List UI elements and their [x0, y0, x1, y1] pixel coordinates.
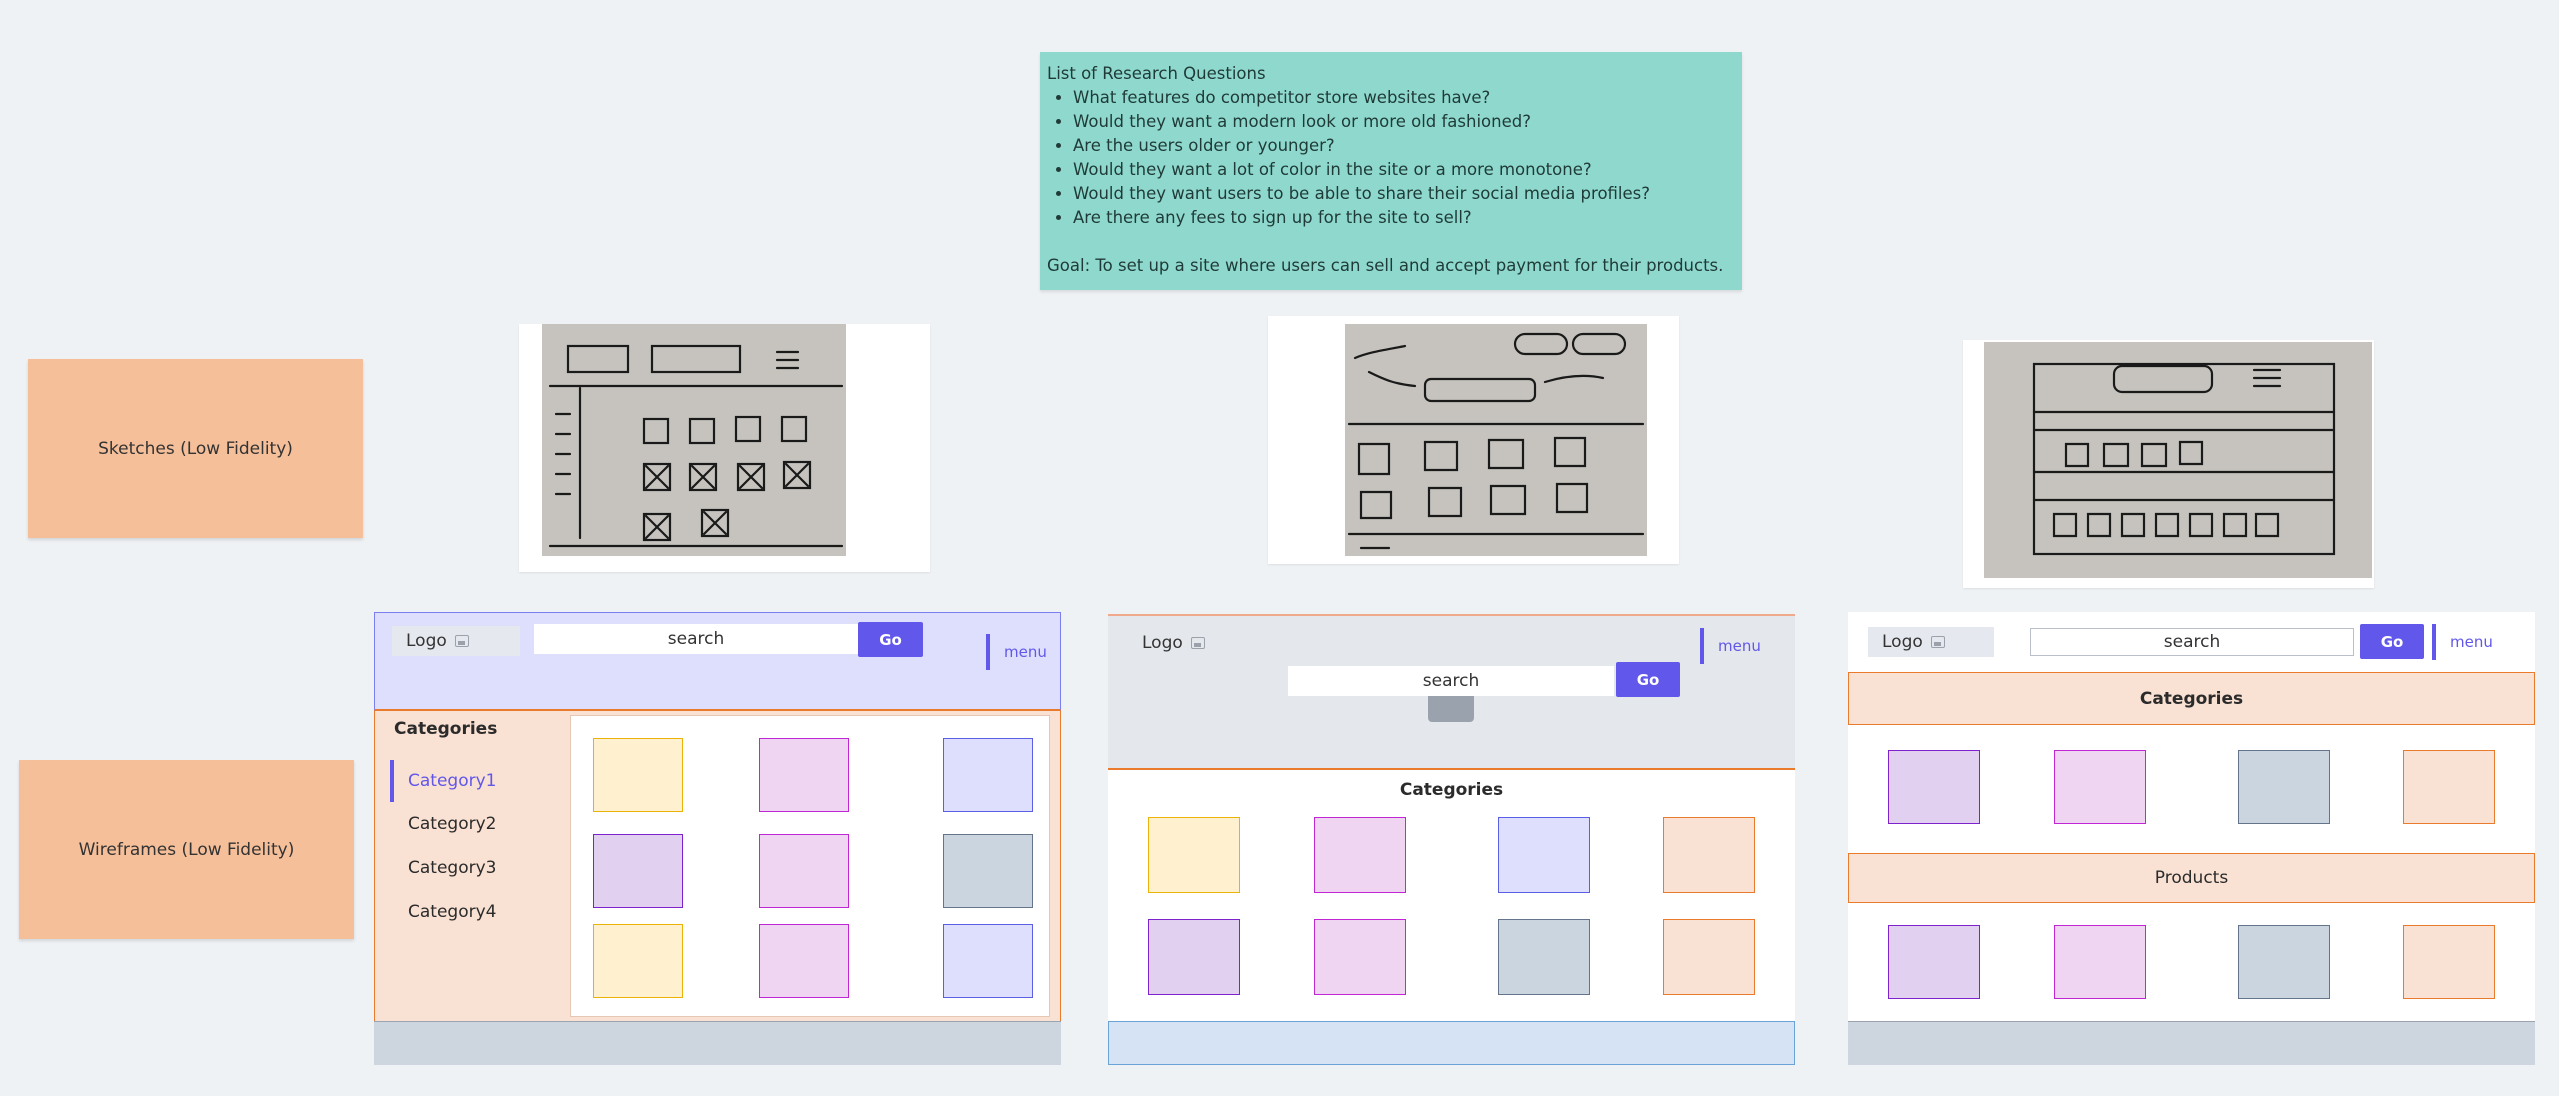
wf1-product-panel	[570, 715, 1050, 1017]
wf1-product-tile[interactable]	[943, 924, 1033, 998]
wf1-category-label: Category2	[408, 814, 497, 834]
wf3-search-text: search	[2163, 632, 2221, 652]
wf3-category-tile[interactable]	[2054, 750, 2146, 824]
wf3-logo[interactable]: Logo	[1868, 627, 1994, 657]
wf2-category-tile[interactable]	[1663, 817, 1755, 893]
sketch-photo-3	[1984, 342, 2372, 578]
image-icon	[1930, 636, 1945, 648]
wf1-category-item-4[interactable]: Category4	[408, 902, 496, 922]
wf1-footer	[374, 1021, 1061, 1065]
wf1-product-tile[interactable]	[593, 738, 683, 812]
sketches-label-note[interactable]: Sketches (Low Fidelity)	[28, 359, 363, 538]
wf2-category-tile[interactable]	[1148, 817, 1240, 893]
research-question: What features do competitor store websit…	[1073, 86, 1735, 110]
wf1-category-label: Category3	[408, 858, 497, 878]
wf1-product-tile[interactable]	[593, 834, 683, 908]
wf1-category-label: Category4	[408, 902, 497, 922]
sketch-image-2[interactable]	[1268, 316, 1679, 564]
wf1-category-item-2[interactable]: Category2	[408, 814, 496, 834]
wf3-category-tile[interactable]	[1888, 750, 1980, 824]
wf2-logo[interactable]: Logo	[1128, 628, 1228, 658]
wf2-category-tile[interactable]	[1148, 919, 1240, 995]
wf1-menu-label: menu	[1004, 643, 1047, 661]
wf1-category-label: Category1	[408, 771, 497, 791]
wf3-category-tile[interactable]	[2403, 750, 2495, 824]
wf3-go-label: Go	[2380, 632, 2404, 651]
wf2-search-input[interactable]: search	[1288, 666, 1614, 696]
wf3-categories-title: Categories	[2139, 688, 2244, 709]
sketches-label: Sketches (Low Fidelity)	[98, 438, 293, 459]
wf2-category-tile[interactable]	[1663, 919, 1755, 995]
wf1-search-input[interactable]: search	[534, 624, 858, 654]
wf1-product-tile[interactable]	[593, 924, 683, 998]
wf2-category-tile[interactable]	[1498, 817, 1590, 893]
wf1-product-tile[interactable]	[943, 738, 1033, 812]
wireframe-3[interactable]: Logo search Go menu Categories Products	[1848, 612, 2535, 1065]
wf3-product-tile[interactable]	[2054, 925, 2146, 999]
research-question: Are the users older or younger?	[1073, 134, 1735, 158]
wf3-logo-text: Logo	[1882, 632, 1923, 652]
wf3-product-tile[interactable]	[2238, 925, 2330, 999]
wf1-product-tile[interactable]	[759, 834, 849, 908]
wf2-go-label: Go	[1636, 670, 1660, 689]
wf1-menu-link[interactable]: menu	[986, 634, 1048, 670]
wf1-product-tile[interactable]	[759, 738, 849, 812]
image-icon	[454, 635, 469, 647]
research-question: Would they want a modern look or more ol…	[1073, 110, 1735, 134]
wf2-menu-link[interactable]: menu	[1700, 628, 1770, 664]
wf1-category-item-3[interactable]: Category3	[408, 858, 496, 878]
wf3-menu-label: menu	[2450, 633, 2493, 651]
wf2-go-button[interactable]: Go	[1616, 662, 1680, 697]
sketch-image-3[interactable]	[1963, 340, 2374, 588]
wf1-go-label: Go	[879, 630, 902, 649]
image-icon	[1190, 637, 1205, 649]
wf2-footer	[1108, 1021, 1795, 1065]
wf1-logo-text: Logo	[406, 631, 447, 651]
wf2-category-tile[interactable]	[1314, 817, 1406, 893]
wf3-category-tile[interactable]	[2238, 750, 2330, 824]
wf2-search-text: search	[1422, 671, 1480, 691]
sketch-image-1[interactable]	[519, 324, 930, 572]
research-note-title: List of Research Questions	[1047, 64, 1266, 83]
sketch-photo-2	[1345, 324, 1647, 556]
placeholder-image-icon	[1428, 692, 1474, 722]
wf2-logo-text: Logo	[1142, 633, 1183, 653]
wireframes-label: Wireframes (Low Fidelity)	[78, 839, 295, 860]
wf3-product-tile[interactable]	[1888, 925, 1980, 999]
research-question: Are there any fees to sign up for the si…	[1073, 206, 1735, 230]
wf2-categories-title: Categories	[1399, 780, 1504, 800]
wf3-go-button[interactable]: Go	[2360, 624, 2424, 659]
wireframes-label-note[interactable]: Wireframes (Low Fidelity)	[19, 760, 354, 939]
wf3-search-input[interactable]: search	[2030, 628, 2354, 656]
wf2-category-tile[interactable]	[1498, 919, 1590, 995]
wf3-footer	[1848, 1021, 2535, 1065]
wireframe-1[interactable]: Logo search Go menu Categories Category1…	[374, 612, 1061, 1065]
research-question-list: What features do competitor store websit…	[1047, 86, 1735, 230]
wf1-logo[interactable]: Logo	[392, 626, 520, 656]
wf1-sidebar-title: Categories	[394, 719, 498, 739]
wireframe-2[interactable]: Logo menu search Go Categories	[1108, 614, 1795, 1065]
research-question: Would they want users to be able to shar…	[1073, 182, 1735, 206]
research-goal: Goal: To set up a site where users can s…	[1047, 256, 1724, 275]
sketch-photo-1	[542, 324, 846, 556]
wf2-menu-label: menu	[1718, 637, 1761, 655]
research-question: Would they want a lot of color in the si…	[1073, 158, 1735, 182]
wf1-go-button[interactable]: Go	[858, 622, 923, 657]
research-questions-note[interactable]: List of Research Questions What features…	[1040, 52, 1742, 290]
wf3-products-bar: Products	[1848, 853, 2535, 903]
wf3-menu-link[interactable]: menu	[2432, 624, 2506, 660]
wf1-product-tile[interactable]	[759, 924, 849, 998]
wf1-category-item-1[interactable]: Category1	[390, 760, 540, 802]
wf1-product-tile[interactable]	[943, 834, 1033, 908]
wf2-category-tile[interactable]	[1314, 919, 1406, 995]
wf3-categories-bar: Categories	[1848, 672, 2535, 725]
wf3-products-title: Products	[2154, 868, 2229, 888]
wf1-search-text: search	[667, 629, 725, 649]
wf3-product-tile[interactable]	[2403, 925, 2495, 999]
